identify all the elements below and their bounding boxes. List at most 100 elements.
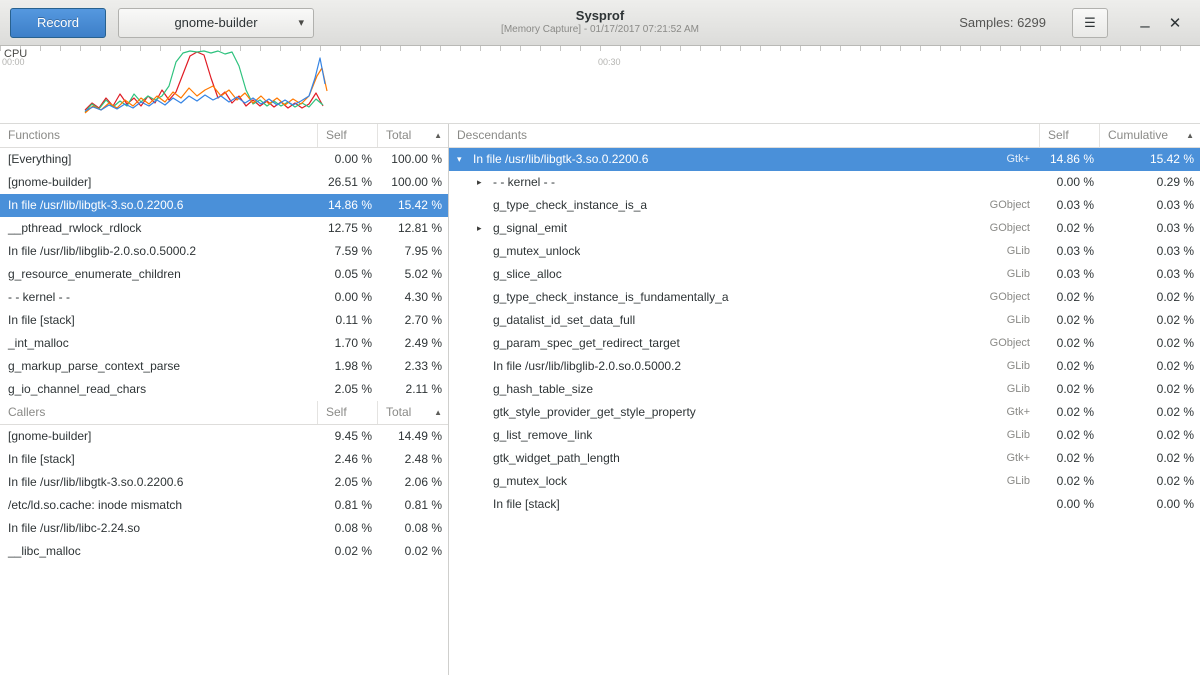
table-row[interactable]: g_markup_parse_context_parse 1.98 % 2.33… — [0, 355, 448, 378]
descendant-name: g_type_check_instance_is_a — [493, 194, 647, 217]
total-value: 2.49 % — [378, 332, 448, 355]
column-header-total[interactable]: Total ▲ — [378, 401, 448, 424]
descendant-name: In file /usr/lib/libglib-2.0.so.0.5000.2 — [493, 355, 681, 378]
table-row[interactable]: - - kernel - - 0.00 % 4.30 % — [0, 286, 448, 309]
self-value: 12.75 % — [318, 217, 378, 240]
cumulative-value: 0.03 % — [1100, 217, 1200, 240]
callers-table-header: Callers Self Total ▲ — [0, 401, 448, 425]
minimize-button[interactable]: – — [1130, 8, 1160, 38]
table-row[interactable]: In file [stack] 2.46 % 2.48 % — [0, 448, 448, 471]
library-badge: Gtk+ — [996, 401, 1040, 424]
record-button[interactable]: Record — [10, 8, 106, 38]
caller-name: /etc/ld.so.cache: inode mismatch — [0, 494, 318, 517]
expander-icon[interactable]: ▾ — [457, 148, 473, 171]
library-badge: GObject — [980, 194, 1040, 217]
table-row[interactable]: g_datalist_id_set_data_full GLib 0.02 % … — [449, 309, 1200, 332]
table-row[interactable]: ▸ - - kernel - - 0.00 % 0.29 % — [449, 171, 1200, 194]
target-selector-label: gnome-builder — [174, 15, 257, 30]
table-row[interactable]: g_resource_enumerate_children 0.05 % 5.0… — [0, 263, 448, 286]
table-row[interactable]: [gnome-builder] 26.51 % 100.00 % — [0, 171, 448, 194]
self-value: 9.45 % — [318, 425, 378, 448]
table-row[interactable]: [gnome-builder] 9.45 % 14.49 % — [0, 425, 448, 448]
descendant-name: g_hash_table_size — [493, 378, 593, 401]
right-pane: Descendants Self Cumulative ▲ ▾ In file … — [449, 124, 1200, 675]
cumulative-value: 0.02 % — [1100, 470, 1200, 493]
table-row[interactable]: ▸ g_signal_emit GObject 0.02 % 0.03 % — [449, 217, 1200, 240]
self-value: 0.02 % — [1040, 447, 1100, 470]
table-row[interactable]: g_mutex_lock GLib 0.02 % 0.02 % — [449, 470, 1200, 493]
hamburger-icon: ☰ — [1084, 15, 1096, 31]
table-row[interactable]: gtk_widget_path_length Gtk+ 0.02 % 0.02 … — [449, 447, 1200, 470]
function-name: In file /usr/lib/libglib-2.0.so.0.5000.2 — [0, 240, 318, 263]
self-value: 0.02 % — [1040, 401, 1100, 424]
total-value: 2.70 % — [378, 309, 448, 332]
main-panes: Functions Self Total ▲ [Everything] 0.00… — [0, 123, 1200, 675]
table-row[interactable]: gtk_style_provider_get_style_property Gt… — [449, 401, 1200, 424]
descendant-name: g_list_remove_link — [493, 424, 592, 447]
table-row[interactable]: [Everything] 0.00 % 100.00 % — [0, 148, 448, 171]
column-header-total[interactable]: Total ▲ — [378, 124, 448, 147]
cumulative-value: 0.02 % — [1100, 355, 1200, 378]
table-row[interactable]: In file [stack] 0.00 % 0.00 % — [449, 493, 1200, 516]
column-header-callers[interactable]: Callers — [0, 401, 318, 424]
minimize-icon: – — [1140, 16, 1149, 36]
function-name: g_io_channel_read_chars — [0, 378, 318, 401]
table-row[interactable]: In file /usr/lib/libgtk-3.so.0.2200.6 14… — [0, 194, 448, 217]
self-value: 0.08 % — [318, 517, 378, 540]
descendant-name: In file /usr/lib/libgtk-3.so.0.2200.6 — [473, 148, 648, 171]
column-header-functions[interactable]: Functions — [0, 124, 318, 147]
table-row[interactable]: In file /usr/lib/libglib-2.0.so.0.5000.2… — [0, 240, 448, 263]
self-value: 0.02 % — [1040, 309, 1100, 332]
column-header-self[interactable]: Self — [318, 401, 378, 424]
headerbar: Record gnome-builder ▾ Sysprof [Memory C… — [0, 0, 1200, 46]
table-row[interactable]: In file [stack] 0.11 % 2.70 % — [0, 309, 448, 332]
column-header-descendants[interactable]: Descendants — [449, 124, 1040, 147]
table-row[interactable]: g_io_channel_read_chars 2.05 % 2.11 % — [0, 378, 448, 401]
table-row[interactable]: ▾ In file /usr/lib/libgtk-3.so.0.2200.6 … — [449, 148, 1200, 171]
table-row[interactable]: g_param_spec_get_redirect_target GObject… — [449, 332, 1200, 355]
self-value: 0.03 % — [1040, 240, 1100, 263]
samples-count: Samples: 6299 — [959, 15, 1046, 30]
caller-name: In file /usr/lib/libc-2.24.so — [0, 517, 318, 540]
descendant-name: gtk_style_provider_get_style_property — [493, 401, 696, 424]
self-value: 0.11 % — [318, 309, 378, 332]
self-value: 2.46 % — [318, 448, 378, 471]
table-row[interactable]: In file /usr/lib/libglib-2.0.so.0.5000.2… — [449, 355, 1200, 378]
table-row[interactable]: __libc_malloc 0.02 % 0.02 % — [0, 540, 448, 563]
expander-icon[interactable]: ▸ — [477, 217, 493, 240]
total-value: 0.81 % — [378, 494, 448, 517]
column-header-cumulative[interactable]: Cumulative ▲ — [1100, 124, 1200, 147]
table-row[interactable]: g_hash_table_size GLib 0.02 % 0.02 % — [449, 378, 1200, 401]
table-row[interactable]: g_list_remove_link GLib 0.02 % 0.02 % — [449, 424, 1200, 447]
cumulative-value: 0.03 % — [1100, 194, 1200, 217]
column-header-self[interactable]: Self — [318, 124, 378, 147]
library-badge: GLib — [997, 355, 1040, 378]
table-row[interactable]: g_type_check_instance_is_a GObject 0.03 … — [449, 194, 1200, 217]
cpu-timeline[interactable]: CPU 00:00 00:30 — [0, 46, 1200, 123]
table-row[interactable]: __pthread_rwlock_rdlock 12.75 % 12.81 % — [0, 217, 448, 240]
table-row[interactable]: g_type_check_instance_is_fundamentally_a… — [449, 286, 1200, 309]
table-row[interactable]: _int_malloc 1.70 % 2.49 % — [0, 332, 448, 355]
target-selector-dropdown[interactable]: gnome-builder ▾ — [118, 8, 314, 38]
close-button[interactable]: ✕ — [1160, 8, 1190, 38]
cumulative-value: 0.03 % — [1100, 263, 1200, 286]
capture-subtitle: [Memory Capture] - 01/17/2017 07:21:52 A… — [501, 24, 699, 37]
function-name: _int_malloc — [0, 332, 318, 355]
table-row[interactable]: /etc/ld.so.cache: inode mismatch 0.81 % … — [0, 494, 448, 517]
column-header-self[interactable]: Self — [1040, 124, 1100, 147]
sort-indicator-icon: ▲ — [1186, 124, 1194, 147]
descendant-name: gtk_widget_path_length — [493, 447, 620, 470]
self-value: 2.05 % — [318, 378, 378, 401]
cpu-graph-svg[interactable] — [0, 46, 1200, 123]
self-value: 0.02 % — [318, 540, 378, 563]
expander-icon[interactable]: ▸ — [477, 171, 493, 194]
menu-button[interactable]: ☰ — [1072, 8, 1108, 38]
function-name: In file [stack] — [0, 309, 318, 332]
table-row[interactable]: g_mutex_unlock GLib 0.03 % 0.03 % — [449, 240, 1200, 263]
descendants-table: ▾ In file /usr/lib/libgtk-3.so.0.2200.6 … — [449, 148, 1200, 516]
table-row[interactable]: In file /usr/lib/libgtk-3.so.0.2200.6 2.… — [0, 471, 448, 494]
function-name: g_markup_parse_context_parse — [0, 355, 318, 378]
table-row[interactable]: g_slice_alloc GLib 0.03 % 0.03 % — [449, 263, 1200, 286]
table-row[interactable]: In file /usr/lib/libc-2.24.so 0.08 % 0.0… — [0, 517, 448, 540]
self-value: 0.02 % — [1040, 378, 1100, 401]
